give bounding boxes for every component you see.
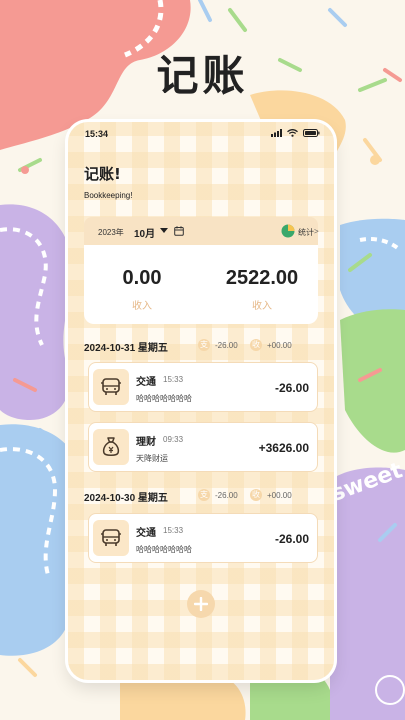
hero-title: 记账 bbox=[156, 51, 249, 100]
status-time: 15:34 bbox=[85, 129, 109, 139]
app-title: 记账! bbox=[84, 165, 121, 183]
income-amount: 2522.00 bbox=[225, 267, 299, 289]
signal-icon bbox=[271, 129, 282, 137]
income-badge: 收 bbox=[250, 489, 262, 501]
record-amount: +3626.00 bbox=[258, 441, 309, 455]
record-time: 09:33 bbox=[163, 435, 184, 444]
expense-amount: 0.00 bbox=[122, 267, 162, 289]
summary-panel: 0.00 收入 2522.00 收入 bbox=[84, 245, 318, 324]
record-time: 15:33 bbox=[163, 526, 184, 535]
month-selector-bar: 2023年 10月 统计 > bbox=[84, 217, 319, 245]
record-category: 理财 bbox=[136, 437, 156, 448]
pie-chart-icon[interactable] bbox=[281, 224, 295, 238]
record-time: 15:33 bbox=[163, 375, 184, 384]
plus-icon bbox=[194, 597, 208, 611]
expense-badge: 支 bbox=[198, 489, 210, 501]
record-card[interactable]: 交通 15:33 哈哈哈哈哈哈哈 -26.00 bbox=[88, 513, 318, 563]
day-expense-total: -26.00 bbox=[215, 341, 238, 350]
battery-icon bbox=[303, 129, 320, 137]
day-expense-total: -26.00 bbox=[215, 491, 238, 500]
bus-icon bbox=[93, 520, 129, 556]
day-header: 2024-10-31 星期五 支 -26.00 收 +00.00 bbox=[84, 338, 318, 354]
expense-badge: 支 bbox=[198, 339, 210, 351]
income-badge: 收 bbox=[250, 339, 262, 351]
record-category: 交通 bbox=[136, 377, 156, 388]
day-date: 2024-10-31 星期五 bbox=[84, 343, 168, 354]
day-income-total: +00.00 bbox=[267, 341, 292, 350]
status-bar: 15:34 bbox=[68, 122, 334, 146]
record-amount: -26.00 bbox=[274, 532, 309, 546]
record-amount: -26.00 bbox=[274, 381, 309, 395]
expense-label: 收入 bbox=[132, 301, 152, 312]
money-bag-icon bbox=[93, 429, 129, 465]
calendar-icon[interactable] bbox=[174, 226, 184, 236]
wifi-icon bbox=[287, 129, 298, 137]
day-income-total: +00.00 bbox=[267, 491, 292, 500]
record-note: 哈哈哈哈哈哈哈 bbox=[136, 394, 192, 403]
record-note: 天降财运 bbox=[136, 454, 168, 463]
income-label: 收入 bbox=[252, 301, 272, 312]
day-header: 2024-10-30 星期五 支 -26.00 收 +00.00 bbox=[84, 488, 318, 504]
stats-button[interactable]: 统计 bbox=[298, 227, 314, 238]
chevron-right-icon: > bbox=[314, 227, 319, 236]
month-label[interactable]: 10月 bbox=[134, 225, 155, 240]
day-date: 2024-10-30 星期五 bbox=[84, 493, 168, 504]
year-label[interactable]: 2023年 bbox=[98, 227, 124, 238]
app-subtitle: Bookkeeping! bbox=[84, 191, 133, 200]
record-card[interactable]: 交通 15:33 哈哈哈哈哈哈哈 -26.00 bbox=[88, 362, 318, 412]
bus-icon bbox=[93, 369, 129, 405]
phone-screen: 15:34 记账! Bookkeeping! 2023年 10月 统计 > 0.… bbox=[68, 122, 334, 680]
record-category: 交通 bbox=[136, 528, 156, 539]
caret-down-icon[interactable] bbox=[160, 228, 168, 234]
add-record-button[interactable] bbox=[187, 590, 215, 618]
record-card[interactable]: 理财 09:33 天降财运 +3626.00 bbox=[88, 422, 318, 472]
record-note: 哈哈哈哈哈哈哈 bbox=[136, 545, 192, 554]
